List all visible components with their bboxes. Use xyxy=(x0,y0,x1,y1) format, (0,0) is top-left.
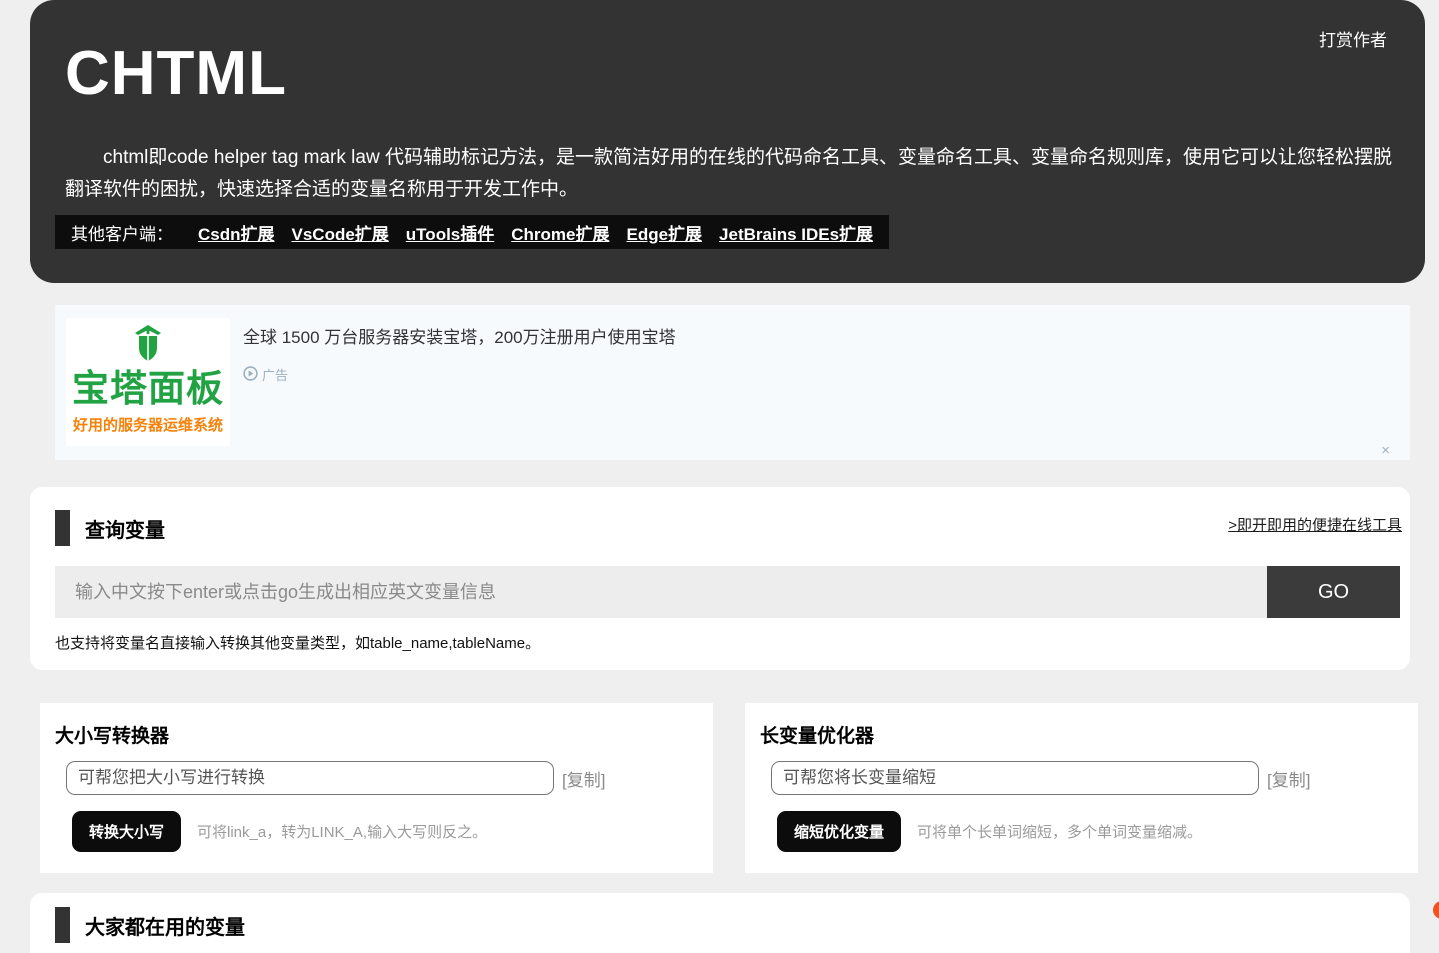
optimizer-title: 长变量优化器 xyxy=(760,721,1418,748)
online-tools-link[interactable]: >即开即用的便捷在线工具 xyxy=(1228,514,1402,535)
popular-heading: 大家都在用的变量 xyxy=(55,907,245,943)
optimizer-hint: 可将单个长单词缩短，多个单词变量缩减。 xyxy=(917,821,1202,842)
case-converter-panel: 大小写转换器 [复制] 转换大小写 可将link_a，转为LINK_A,输入大写… xyxy=(40,703,713,873)
ad-label-row[interactable]: 广告 xyxy=(243,365,288,384)
query-variable-section: 查询变量 >即开即用的便捷在线工具 GO 也支持将变量名直接输入转换其他变量类型… xyxy=(30,487,1410,670)
popular-variables-section: 大家都在用的变量 xyxy=(30,893,1410,953)
site-description: chtml即code helper tag mark law 代码辅助标记方法，… xyxy=(65,142,1395,206)
ad-logo[interactable]: 宝塔面板 好用的服务器运维系统 xyxy=(66,318,230,446)
optimizer-input-row: [复制] xyxy=(771,761,1418,795)
convert-case-button[interactable]: 转换大小写 xyxy=(72,811,181,852)
client-link-vscode[interactable]: VsCode扩展 xyxy=(292,220,389,245)
client-link-edge[interactable]: Edge扩展 xyxy=(626,220,702,245)
ad-close-icon[interactable]: × xyxy=(1381,443,1390,458)
clients-label: 其他客户端： xyxy=(71,220,173,245)
go-button[interactable]: GO xyxy=(1267,566,1400,618)
query-input-row: GO xyxy=(55,566,1400,618)
floating-widget-icon[interactable] xyxy=(1433,901,1439,919)
long-variable-optimizer-panel: 长变量优化器 [复制] 缩短优化变量 可将单个长单词缩短，多个单词变量缩减。 xyxy=(745,703,1418,873)
optimizer-action-row: 缩短优化变量 可将单个长单词缩短，多个单词变量缩减。 xyxy=(777,811,1418,852)
ad-label: 广告 xyxy=(262,365,288,384)
case-converter-copy-link[interactable]: [复制] xyxy=(562,766,605,791)
heading-accent-bar xyxy=(55,907,70,943)
heading-accent-bar xyxy=(55,510,70,546)
case-converter-input-row: [复制] xyxy=(66,761,713,795)
case-converter-action-row: 转换大小写 可将link_a，转为LINK_A,输入大写则反之。 xyxy=(72,811,713,852)
case-converter-title: 大小写转换器 xyxy=(55,721,713,748)
query-heading: 查询变量 xyxy=(55,510,165,546)
header: 打赏作者 CHTML chtml即code helper tag mark la… xyxy=(30,0,1425,283)
shorten-variable-button[interactable]: 缩短优化变量 xyxy=(777,811,901,852)
ad-headline[interactable]: 全球 1500 万台服务器安装宝塔，200万注册用户使用宝塔 xyxy=(243,323,676,348)
case-converter-input[interactable] xyxy=(66,761,554,795)
case-converter-hint: 可将link_a，转为LINK_A,输入大写则反之。 xyxy=(197,821,487,842)
client-link-utools[interactable]: uTools插件 xyxy=(406,220,494,245)
query-input[interactable] xyxy=(55,566,1267,618)
page: { "header": { "title": "CHTML", "reward_… xyxy=(0,0,1439,934)
adchoices-icon xyxy=(243,366,258,384)
ad-banner[interactable]: 宝塔面板 好用的服务器运维系统 全球 1500 万台服务器安装宝塔，200万注册… xyxy=(55,305,1410,460)
site-title: CHTML xyxy=(65,38,287,109)
query-title: 查询变量 xyxy=(85,514,165,543)
pagoda-shield-icon xyxy=(66,324,230,369)
ad-logo-brand: 宝塔面板 xyxy=(66,369,230,410)
optimizer-input[interactable] xyxy=(771,761,1259,795)
ad-logo-tagline: 好用的服务器运维系统 xyxy=(66,414,230,435)
client-link-csdn[interactable]: Csdn扩展 xyxy=(198,220,275,245)
popular-title: 大家都在用的变量 xyxy=(85,911,245,940)
query-note: 也支持将变量名直接输入转换其他变量类型，如table_name,tableNam… xyxy=(55,632,540,653)
optimizer-copy-link[interactable]: [复制] xyxy=(1267,766,1310,791)
client-link-chrome[interactable]: Chrome扩展 xyxy=(511,220,609,245)
client-link-jetbrains[interactable]: JetBrains IDEs扩展 xyxy=(719,220,873,245)
reward-author-link[interactable]: 打赏作者 xyxy=(1319,26,1387,51)
clients-bar: 其他客户端： Csdn扩展 VsCode扩展 uTools插件 Chrome扩展… xyxy=(55,215,889,249)
